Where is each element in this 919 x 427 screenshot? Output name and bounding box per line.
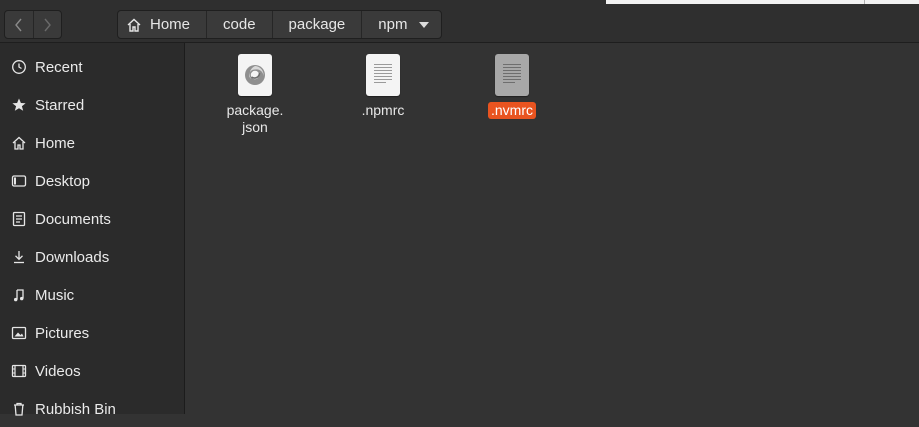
- header-bar: Home code package npm: [0, 0, 919, 43]
- sidebar-item-label: Documents: [35, 210, 111, 228]
- breadcrumb-package[interactable]: package: [273, 11, 363, 38]
- video-icon: [10, 362, 28, 380]
- document-icon: [10, 210, 28, 228]
- sidebar-item-pictures[interactable]: Pictures: [0, 315, 184, 351]
- sidebar-item-label: Videos: [35, 362, 81, 380]
- sidebar-item-label: Music: [35, 286, 75, 304]
- json-file-icon: [238, 54, 272, 96]
- text-file-icon: [366, 54, 400, 96]
- file-item-package-json[interactable]: package. json: [210, 54, 300, 136]
- file-view: package. json .npmrc .nvmrc: [186, 43, 919, 414]
- window-edge-strip: [606, 0, 919, 4]
- breadcrumb-label: package: [288, 16, 346, 33]
- breadcrumb-label: code: [223, 16, 256, 33]
- navigation-buttons: [4, 10, 62, 39]
- sidebar-item-recent[interactable]: Recent: [0, 49, 184, 85]
- back-button[interactable]: [5, 11, 33, 38]
- file-name-selected: .nvmrc: [488, 102, 536, 119]
- music-icon: [10, 286, 28, 304]
- file-name-line2: json: [242, 119, 268, 135]
- breadcrumb-home[interactable]: Home: [118, 11, 208, 38]
- chevron-left-icon: [14, 18, 22, 31]
- path-bar: Home code package npm: [117, 10, 443, 39]
- sidebar-item-desktop[interactable]: Desktop: [0, 163, 184, 199]
- caret-down-icon[interactable]: [419, 21, 430, 28]
- star-icon: [10, 96, 28, 114]
- breadcrumb-code[interactable]: code: [207, 11, 273, 38]
- text-file-icon: [495, 54, 529, 96]
- trash-icon: [10, 400, 28, 418]
- sidebar-item-label: Desktop: [35, 172, 91, 190]
- file-name: .npmrc: [361, 102, 405, 118]
- breadcrumb-label: npm: [378, 16, 408, 33]
- desktop-icon: [10, 172, 28, 190]
- home-icon: [127, 18, 141, 32]
- breadcrumb-npm[interactable]: npm: [362, 11, 441, 38]
- picture-icon: [10, 324, 28, 342]
- sidebar-item-home[interactable]: Home: [0, 125, 184, 161]
- file-item-npmrc[interactable]: .npmrc: [338, 54, 428, 119]
- sidebar-item-videos[interactable]: Videos: [0, 353, 184, 389]
- sidebar-item-rubbish-bin[interactable]: Rubbish Bin: [0, 391, 184, 427]
- sidebar-item-label: Home: [35, 134, 76, 152]
- sidebar-item-starred[interactable]: Starred: [0, 87, 184, 123]
- sidebar-item-label: Starred: [35, 96, 85, 114]
- home-icon: [10, 134, 28, 152]
- file-name: package. json: [227, 102, 284, 136]
- sidebar-item-label: Pictures: [35, 324, 90, 342]
- clock-icon: [10, 58, 28, 76]
- file-name-line1: package.: [226, 102, 284, 118]
- breadcrumb-label: Home: [150, 16, 191, 33]
- file-item-nvmrc[interactable]: .nvmrc: [467, 54, 557, 119]
- chevron-right-icon: [44, 18, 52, 31]
- forward-button[interactable]: [32, 11, 62, 38]
- sidebar-item-documents[interactable]: Documents: [0, 201, 184, 237]
- sidebar-item-label: Rubbish Bin: [35, 400, 116, 418]
- sidebar-item-downloads[interactable]: Downloads: [0, 239, 184, 275]
- sidebar: Recent Starred Home Desktop Documents Do…: [0, 43, 185, 418]
- sidebar-item-label: Downloads: [35, 248, 110, 266]
- sidebar-item-music[interactable]: Music: [0, 277, 184, 313]
- sidebar-item-label: Recent: [35, 58, 83, 76]
- download-icon: [10, 248, 28, 266]
